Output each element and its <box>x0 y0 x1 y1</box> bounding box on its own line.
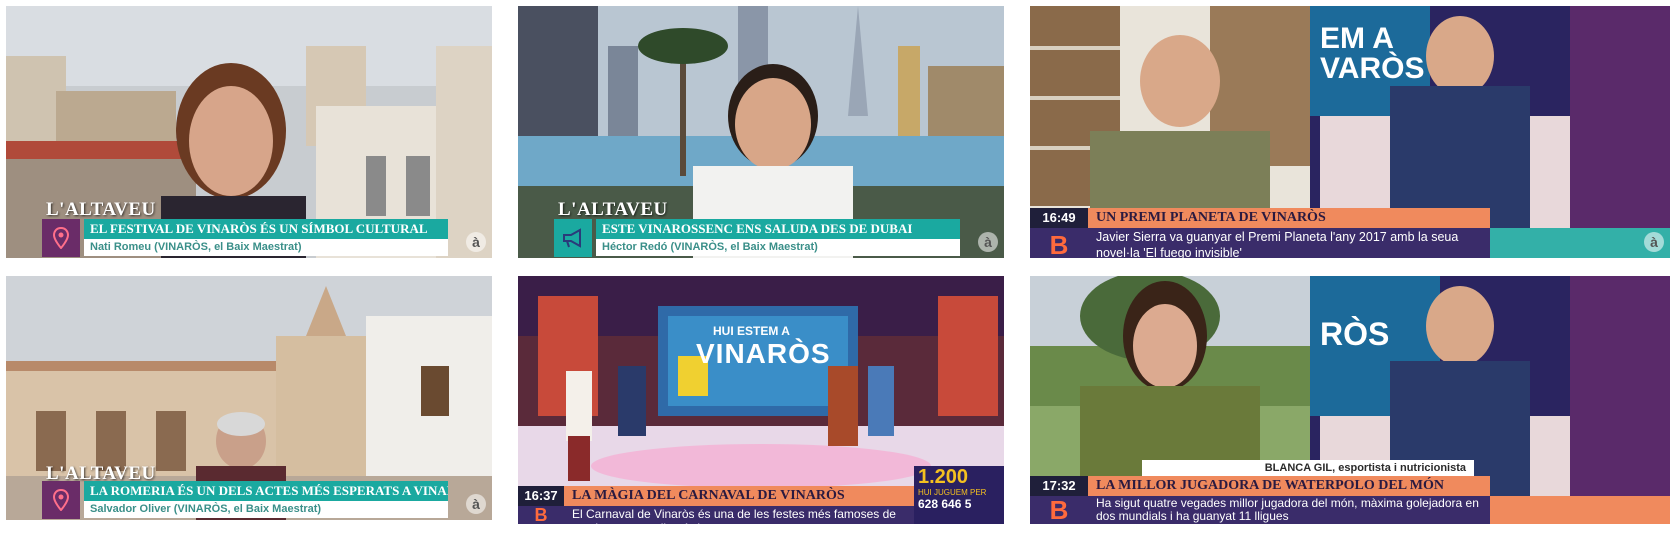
video-thumbnail-5[interactable]: HUI ESTEM A VINARÒS 1.200 HUI JUGUEM PER… <box>518 276 1004 524</box>
promo-number: 1.200 <box>918 466 969 488</box>
video-thumbnail-3[interactable]: EM A VARÒS 16:49 UN PREMI PLANETA DE VIN… <box>1030 6 1670 258</box>
promo-jackpot: 1.200 HUI JUGUEM PER 628 646 5 <box>914 466 1004 524</box>
video-thumbnail-2[interactable]: L'ALTAVEU ESTE VINAROSSENC ENS SALUDA DE… <box>518 6 1004 258</box>
channel-logo: B <box>1030 496 1088 524</box>
caption-body: El Carnaval de Vinaròs és una de les fes… <box>564 506 914 524</box>
channel-watermark-icon: à <box>466 494 486 514</box>
channel-logo: B <box>1030 228 1088 258</box>
subline-bar: Héctor Redó (VINARÒS, el Baix Maestrat) <box>596 239 960 256</box>
location-pin-icon <box>42 219 80 257</box>
headline-bar: UN PREMI PLANETA DE VINARÒS <box>1088 208 1490 228</box>
caption-accent <box>1490 228 1670 258</box>
headline-bar: LA MILLOR JUGADORA DE WATERPOLO DEL MÓN <box>1088 476 1490 496</box>
channel-logo: B <box>518 506 564 524</box>
program-title: L'ALTAVEU <box>46 199 156 220</box>
caption-body: Javier Sierra va guanyar el Premi Planet… <box>1088 228 1490 258</box>
program-title: L'ALTAVEU <box>558 199 668 220</box>
channel-watermark-icon: à <box>978 232 998 252</box>
headline-bar: ESTE VINAROSSENC ENS SALUDA DES DE DUBAI <box>596 219 960 239</box>
channel-watermark-icon: à <box>1644 232 1664 252</box>
studio-screen-main: VINARÒS <box>696 338 831 369</box>
promo-sub: HUI JUGUEM PER <box>918 488 987 497</box>
megaphone-icon <box>554 219 592 257</box>
timestamp: 17:32 <box>1030 476 1088 496</box>
background-screen-text: RÒS <box>1320 316 1390 352</box>
subline-bar: Nati Romeu (VINARÒS, el Baix Maestrat) <box>84 239 448 256</box>
location-pin-icon <box>42 481 80 519</box>
headline-bar: LA ROMERIA ÉS UN DELS ACTES MÉS ESPERATS… <box>84 481 448 501</box>
promo-phone: 628 646 5 <box>918 497 972 511</box>
headline-bar: LA MÀGIA DEL CARNAVAL DE VINARÒS <box>564 486 914 506</box>
studio-screen-top: HUI ESTEM A <box>713 324 790 338</box>
channel-watermark-icon: à <box>466 232 486 252</box>
video-thumbnail-4[interactable]: L'ALTAVEU LA ROMERIA ÉS UN DELS ACTES MÉ… <box>6 276 492 520</box>
video-thumbnail-1[interactable]: L'ALTAVEU EL FESTIVAL DE VINARÒS ÉS UN S… <box>6 6 492 258</box>
caption-accent <box>1490 496 1670 524</box>
guest-name-tag: BLANCA GIL, esportista i nutricionista <box>1142 460 1474 476</box>
video-thumbnail-6[interactable]: RÒS BLANCA GIL, esportista i nutricionis… <box>1030 276 1670 524</box>
background-screen-text: EM A VARÒS <box>1320 22 1425 85</box>
subline-bar: Salvador Oliver (VINARÒS, el Baix Maestr… <box>84 501 448 518</box>
headline-bar: EL FESTIVAL DE VINARÒS ÉS UN SÍMBOL CULT… <box>84 219 448 239</box>
timestamp: 16:49 <box>1030 208 1088 228</box>
caption-body: Ha sigut quatre vegades millor jugadora … <box>1088 496 1490 524</box>
timestamp: 16:37 <box>518 486 564 506</box>
